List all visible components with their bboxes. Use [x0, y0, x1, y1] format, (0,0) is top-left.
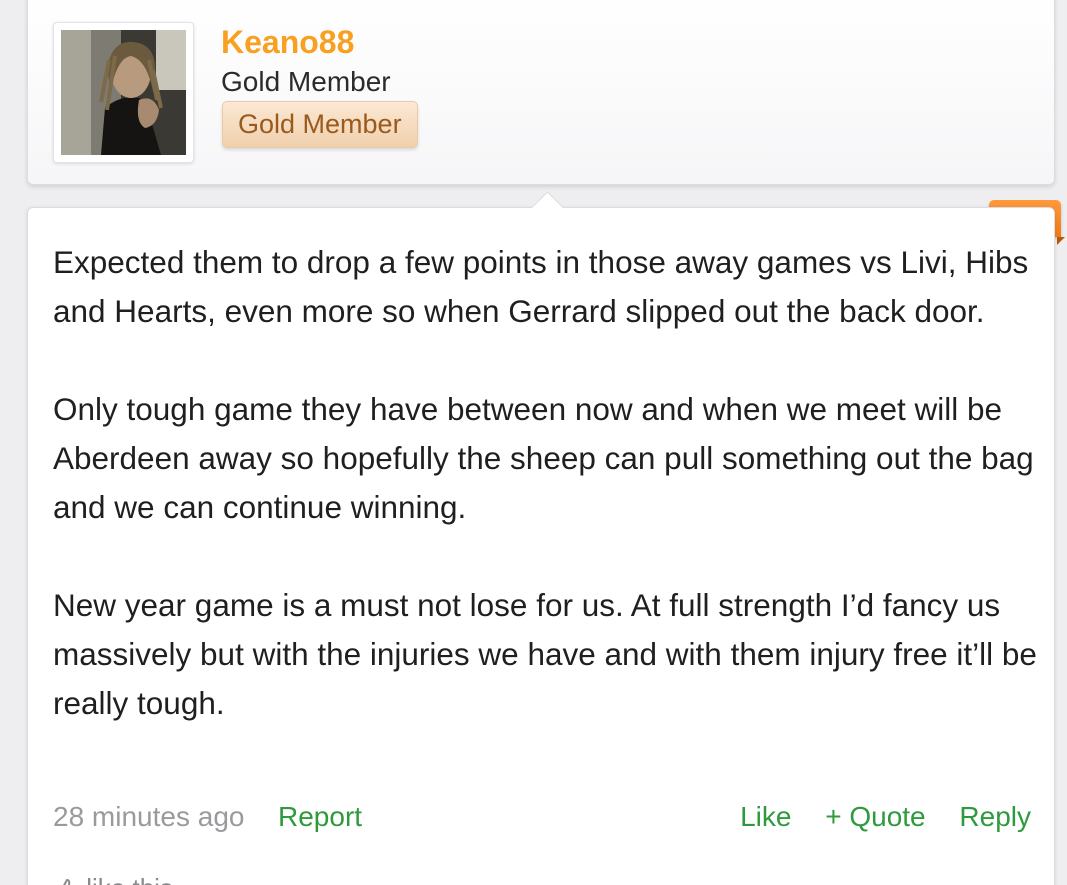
post-footer: 28 minutes ago Report Like + Quote Reply	[53, 797, 1031, 837]
post-timestamp[interactable]: 28 minutes ago	[53, 797, 244, 837]
like-button[interactable]: Like	[740, 801, 791, 832]
user-title: Gold Member	[221, 66, 391, 97]
post-paragraph: Only tough game they have between now an…	[53, 391, 1034, 525]
user-info-card: Keano88 Gold Member Gold Member	[27, 0, 1055, 185]
post-actions: Like + Quote Reply	[714, 797, 1031, 837]
reply-button[interactable]: Reply	[959, 801, 1031, 832]
post-message: Expected them to drop a few points in th…	[53, 238, 1038, 728]
report-link[interactable]: Report	[278, 797, 362, 837]
post-card: Expected them to drop a few points in th…	[27, 191, 1055, 885]
avatar-frame[interactable]	[53, 22, 194, 163]
thumbs-up-icon	[63, 879, 71, 885]
post-paragraph: New year game is a must not lose for us.…	[53, 587, 1037, 721]
new-badge-fold	[1057, 237, 1065, 245]
likes-text: like this	[86, 873, 173, 885]
quote-button[interactable]: + Quote	[825, 801, 925, 832]
post-paragraph: Expected them to drop a few points in th…	[53, 244, 1029, 329]
username[interactable]: Keano88	[221, 23, 354, 61]
rank-badge: Gold Member	[222, 101, 418, 148]
avatar[interactable]	[61, 30, 186, 155]
forum-post-page: Keano88 Gold Member Gold Member New Expe…	[0, 0, 1067, 885]
speech-pointer	[531, 191, 564, 224]
likes-row: like this	[53, 873, 173, 885]
user-avatar-photo-icon	[61, 30, 186, 155]
